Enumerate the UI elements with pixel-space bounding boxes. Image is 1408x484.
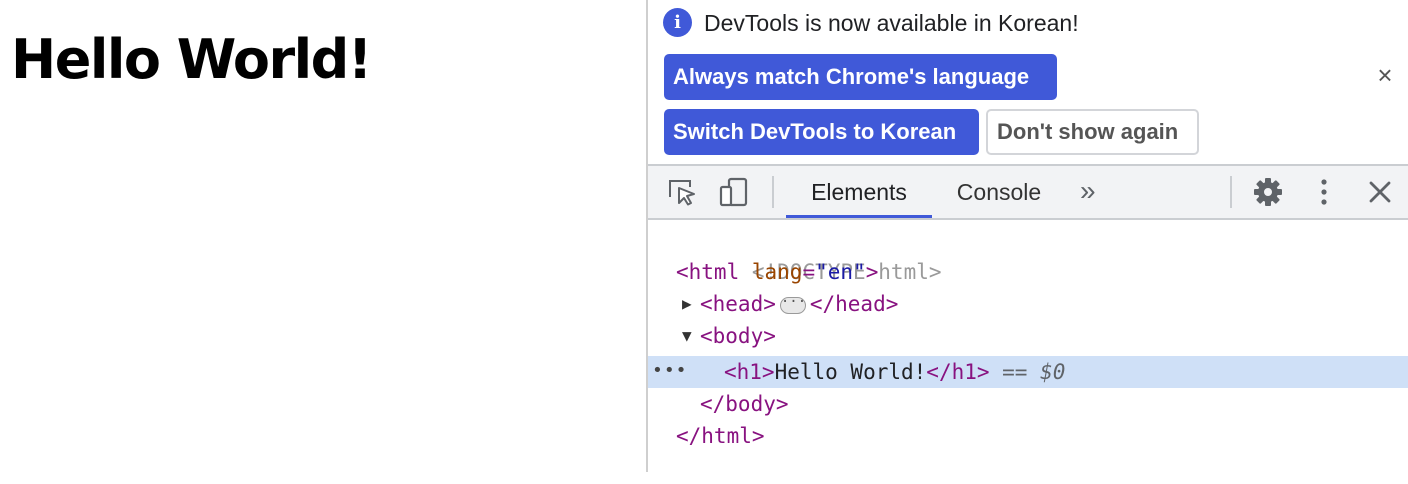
- dom-node-h1-selected[interactable]: ••• <h1>Hello World!</h1> == $0: [648, 356, 1408, 388]
- html-open-tag-end: >: [865, 260, 879, 284]
- page-heading: Hello World!: [11, 28, 372, 91]
- more-tabs-icon[interactable]: »: [1080, 166, 1096, 218]
- console-ref: $0: [1040, 360, 1066, 384]
- attr-name: lang: [751, 260, 803, 284]
- body-close-tag: </body>: [700, 392, 789, 416]
- inspected-page: Hello World!: [0, 0, 646, 472]
- tab-console[interactable]: Console: [940, 166, 1058, 218]
- node-actions-icon[interactable]: •••: [652, 356, 688, 386]
- devtools-panel: i DevTools is now available in Korean! A…: [648, 0, 1408, 472]
- info-icon: i: [663, 8, 692, 37]
- close-icon[interactable]: ×: [1374, 62, 1396, 88]
- switch-to-korean-button[interactable]: Switch DevTools to Korean: [664, 109, 979, 155]
- h1-open-tag: <h1>: [724, 360, 775, 384]
- toolbar-divider: [1230, 176, 1232, 208]
- inspect-element-icon[interactable]: [664, 174, 700, 210]
- more-options-icon[interactable]: [1306, 174, 1342, 210]
- body-open-tag: <body>: [700, 324, 776, 348]
- collapse-arrow-icon[interactable]: ▼: [682, 320, 692, 352]
- h1-close-tag: </h1>: [926, 360, 990, 384]
- h1-node-content: <h1>Hello World!</h1> == $0: [724, 356, 1065, 388]
- html-open-tag: <html: [676, 260, 740, 284]
- dom-node-doctype[interactable]: <!DOCTYPE html>: [676, 224, 942, 284]
- language-infobar: i DevTools is now available in Korean! A…: [648, 0, 1408, 166]
- device-toolbar-icon[interactable]: [716, 174, 752, 210]
- toolbar-divider: [772, 176, 774, 208]
- selected-marker: ==: [989, 360, 1041, 384]
- close-devtools-icon[interactable]: [1362, 174, 1398, 210]
- dom-node-head[interactable]: <head> ··· </head>: [700, 288, 898, 320]
- always-match-language-button[interactable]: Always match Chrome's language: [664, 54, 1057, 100]
- tab-elements[interactable]: Elements: [786, 166, 932, 218]
- dom-node-html-close[interactable]: </html>: [676, 420, 765, 452]
- expand-arrow-icon[interactable]: ▶: [682, 288, 692, 320]
- h1-text: Hello World!: [774, 360, 927, 384]
- head-open-tag: <head>: [700, 292, 776, 316]
- head-close-tag: </head>: [809, 292, 899, 316]
- infobar-message: DevTools is now available in Korean!: [704, 10, 1079, 36]
- attr-value: "en": [815, 260, 866, 284]
- dom-tree: <!DOCTYPE html> <html lang="en"> ▶ <head…: [648, 220, 1408, 472]
- html-close-tag: </html>: [676, 424, 765, 448]
- dom-node-body-close[interactable]: </body>: [700, 388, 789, 420]
- settings-gear-icon[interactable]: [1250, 174, 1286, 210]
- devtools-toolbar: Elements Console »: [648, 166, 1408, 220]
- dom-node-html[interactable]: <html lang="en">: [676, 256, 878, 288]
- collapsed-ellipsis-icon[interactable]: ···: [779, 295, 806, 314]
- dont-show-again-button[interactable]: Don't show again: [986, 109, 1199, 155]
- dom-node-body[interactable]: <body>: [700, 320, 776, 352]
- attr-equals: =: [802, 260, 816, 284]
